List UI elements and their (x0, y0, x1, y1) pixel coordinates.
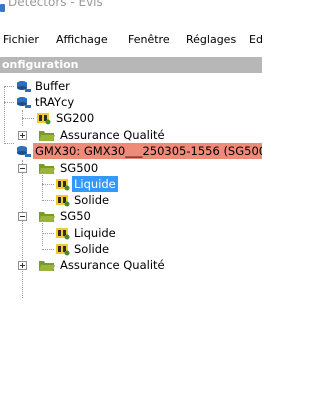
menu-reglages[interactable]: Réglages (186, 33, 236, 47)
menu-affichage[interactable]: Affichage (56, 33, 108, 47)
sample-icon (56, 244, 70, 256)
folder-icon (39, 131, 55, 141)
window-title: Detectors - Evis (8, 0, 103, 9)
menu-fichier[interactable]: Fichier (3, 33, 39, 47)
tree-item-liquide[interactable]: Liquide (0, 176, 262, 192)
tree-item-solide[interactable]: Solide (0, 241, 262, 257)
tree-label-sg500: SG500 (60, 161, 99, 175)
tree-label-liquide: Liquide (74, 226, 116, 240)
expand-plus-icon[interactable] (18, 131, 27, 140)
folder-icon (39, 164, 55, 174)
tree-item-gmx30[interactable]: GMX30: GMX30___250305-1556 (SG500 (0, 143, 262, 159)
tree-label-sg200: SG200 (56, 111, 95, 125)
tree-label-traycy: tRAYcy (35, 95, 75, 109)
expand-plus-icon[interactable] (18, 261, 27, 270)
menu-edition[interactable]: Ed (249, 33, 262, 47)
configuration-tree: Buffer tRAYcy SG200 Assurance Qualité GM… (0, 76, 262, 399)
app-icon (0, 4, 5, 12)
tree-item-solide[interactable]: Solide (0, 192, 262, 208)
tree-item-liquide[interactable]: Liquide (0, 225, 262, 241)
tree-label-assurance-qualite: Assurance Qualité (60, 258, 165, 272)
folder-icon (39, 261, 55, 271)
database-icon (17, 97, 31, 108)
tree-label-buffer: Buffer (35, 79, 70, 93)
tree-label-solide: Solide (74, 242, 110, 256)
database-icon (17, 146, 31, 157)
tree-item-buffer[interactable]: Buffer (0, 78, 262, 94)
folder-icon (39, 212, 55, 222)
title-bar: Detectors - Evis (0, 0, 262, 20)
tree-label-sg50: SG50 (60, 209, 91, 223)
sample-icon (56, 228, 70, 240)
tree-item-assurance-qualite[interactable]: Assurance Qualité (0, 257, 262, 273)
tree-label-gmx30: GMX30: GMX30___250305-1556 (SG500 (33, 143, 262, 159)
tree-item-traycy[interactable]: tRAYcy (0, 94, 262, 110)
tree-label-solide: Solide (74, 193, 110, 207)
sample-icon (56, 195, 70, 207)
sample-icon (37, 113, 51, 125)
tree-item-sg50[interactable]: SG50 (0, 208, 262, 224)
collapse-minus-icon[interactable] (18, 164, 27, 173)
tree-label-liquide: Liquide (72, 176, 118, 192)
database-icon (17, 81, 31, 92)
menu-fenetre[interactable]: Fenêtre (128, 33, 170, 47)
collapse-minus-icon[interactable] (18, 212, 27, 221)
tree-item-sg500[interactable]: SG500 (0, 160, 262, 176)
sample-icon (56, 179, 70, 191)
panel-title: onfiguration (2, 58, 79, 71)
menu-bar: Fichier Affichage Fenêtre Réglages Ed (0, 25, 262, 55)
tree-label-assurance-qualite: Assurance Qualité (60, 128, 165, 142)
configuration-panel-header: onfiguration (0, 57, 262, 73)
tree-item-assurance-qualite[interactable]: Assurance Qualité (0, 127, 262, 143)
tree-item-sg200[interactable]: SG200 (0, 110, 262, 126)
